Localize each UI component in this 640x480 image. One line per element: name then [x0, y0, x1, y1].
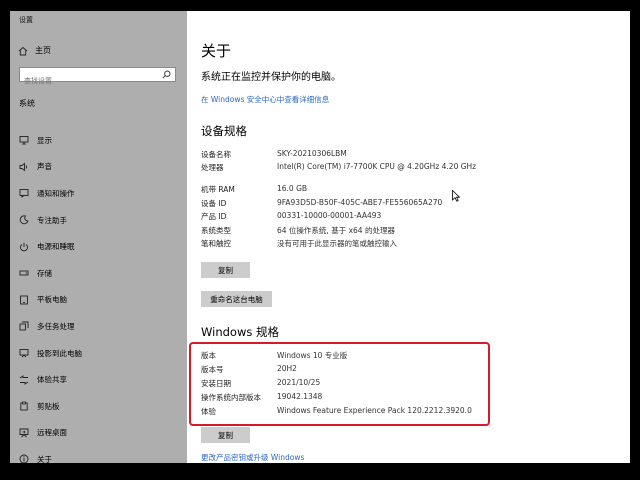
- security-message: 系统正在监控并保护你的电脑。: [201, 72, 341, 83]
- windows-spec-heading: Windows 规格: [201, 325, 279, 339]
- spec-row: 操作系统内部版本 19042.1348: [201, 392, 491, 406]
- mouse-cursor-icon: [452, 190, 460, 202]
- spec-value: 19042.1348: [277, 392, 323, 401]
- spec-value: 20H2: [277, 364, 297, 373]
- sidebar-nav: 显示 声音 通知和操作 专注助手 电源和睡眠 存储 平板电脑 多任务处理 投影到…: [10, 127, 187, 463]
- remote-desktop-icon: [19, 428, 29, 438]
- spec-row: 产品 ID 00331-10000-00001-AA493: [201, 211, 491, 225]
- search-icon[interactable]: [162, 70, 171, 79]
- device-spec-table: 设备名称 SKY-20210306LBM 处理器 Intel(R) Core(TM)…: [201, 149, 491, 252]
- spec-row: 设备名称 SKY-20210306LBM: [201, 149, 491, 162]
- spec-value: Windows Feature Experience Pack 120.2212…: [277, 406, 472, 415]
- spec-key: 机带 RAM: [201, 185, 235, 194]
- spec-value: 00331-10000-00001-AA493: [277, 211, 382, 220]
- sidebar-item-notifications[interactable]: 通知和操作: [10, 180, 187, 207]
- spec-key: 设备名称: [201, 150, 231, 159]
- multitasking-icon: [19, 322, 29, 331]
- sidebar-item-label: 声音: [37, 162, 52, 172]
- security-center-link[interactable]: 在 Windows 安全中心中查看详细信息: [201, 94, 329, 105]
- projecting-icon: [19, 349, 29, 358]
- device-spec-heading: 设备规格: [201, 124, 247, 138]
- focus-assist-icon: [19, 215, 29, 225]
- sidebar-item-sound[interactable]: 声音: [10, 154, 187, 181]
- spec-value: SKY-20210306LBM: [277, 149, 347, 158]
- spec-row: 处理器 Intel(R) Core(TM) i7-7700K CPU @ 4.20…: [201, 162, 491, 184]
- sidebar-item-label: 通知和操作: [37, 188, 75, 198]
- sidebar-section-label: 系统: [19, 99, 35, 108]
- sidebar-item-label: 剪贴板: [37, 401, 60, 411]
- spec-key: 版本: [201, 351, 216, 360]
- sidebar-item-label: 存储: [37, 268, 52, 278]
- storage-icon: [19, 270, 29, 276]
- sidebar-item-display[interactable]: 显示: [10, 127, 187, 154]
- sidebar-item-label: 远程桌面: [37, 428, 67, 438]
- spec-row: 设备 ID 9FA93D5D-B50F-405C-ABE7-FE556065A27…: [201, 198, 491, 212]
- search-box[interactable]: [19, 67, 176, 88]
- clipboard-icon: [20, 401, 28, 411]
- spec-row: 版本号 20H2: [201, 364, 491, 378]
- spec-key: 体验: [201, 407, 216, 416]
- about-icon: [19, 454, 29, 463]
- sidebar-item-label: 显示: [37, 135, 52, 145]
- notifications-icon: [19, 189, 29, 199]
- sidebar-item-focus-assist[interactable]: 专注助手: [10, 207, 187, 234]
- tablet-icon: [20, 295, 28, 305]
- search-input[interactable]: [20, 74, 159, 88]
- spec-key: 系统类型: [201, 225, 231, 235]
- change-product-key-link[interactable]: 更改产品密钥或升级 Windows: [201, 452, 304, 463]
- main-content: 关于 系统正在监控并保护你的电脑。 在 Windows 安全中心中查看详细信息 …: [187, 11, 630, 463]
- sidebar-item-clipboard[interactable]: 剪贴板: [10, 393, 187, 420]
- windows-spec-table: 版本 Windows 10 专业版 版本号 20H2 安装日期 2021/10/25 …: [201, 350, 491, 420]
- sidebar-item-label: 平板电脑: [37, 295, 67, 305]
- sidebar-item-storage[interactable]: 存储: [10, 260, 187, 287]
- sidebar-item-label: 关于: [37, 454, 52, 463]
- spec-row: 系统类型 64 位操作系统, 基于 x64 的处理器: [201, 225, 491, 239]
- spec-row: 版本 Windows 10 专业版: [201, 350, 491, 364]
- spec-row: 体验 Windows Feature Experience Pack 120.22…: [201, 406, 491, 420]
- sidebar-item-power[interactable]: 电源和睡眠: [10, 233, 187, 260]
- shared-experiences-icon: [19, 374, 29, 385]
- spec-value: Windows 10 专业版: [277, 351, 348, 360]
- spec-value: 没有可用于此显示器的笔或触控输入: [277, 239, 397, 248]
- home-icon: [18, 46, 28, 55]
- sidebar: 设置 主页 系统 显示 声音: [10, 11, 187, 463]
- spec-row: 笔和触控 没有可用于此显示器的笔或触控输入: [201, 238, 491, 252]
- sidebar-item-label: 多任务处理: [37, 321, 75, 331]
- window-title: 设置: [19, 16, 33, 24]
- spec-row: 机带 RAM 16.0 GB: [201, 184, 491, 198]
- page-title: 关于: [201, 42, 232, 60]
- spec-key: 产品 ID: [201, 212, 227, 221]
- sidebar-item-about[interactable]: 关于: [10, 446, 187, 463]
- sidebar-item-tablet[interactable]: 平板电脑: [10, 287, 187, 314]
- spec-value: 64 位操作系统, 基于 x64 的处理器: [277, 225, 395, 235]
- spec-key: 版本号: [201, 365, 224, 374]
- spec-key: 处理器: [201, 163, 224, 172]
- rename-pc-button[interactable]: 重命名这台电脑: [201, 291, 272, 307]
- sidebar-item-shared-experiences[interactable]: 体验共享: [10, 366, 187, 393]
- copy-device-spec-button[interactable]: 复制: [201, 262, 250, 278]
- settings-window: 设置 主页 系统 显示 声音: [10, 11, 630, 463]
- spec-key: 操作系统内部版本: [201, 393, 261, 402]
- sidebar-item-remote-desktop[interactable]: 远程桌面: [10, 420, 187, 447]
- sidebar-item-label: 投影到此电脑: [37, 348, 82, 358]
- sidebar-item-label: 专注助手: [37, 215, 67, 225]
- spec-value: Intel(R) Core(TM) i7-7700K CPU @ 4.20GHz…: [277, 162, 477, 171]
- sidebar-item-projecting[interactable]: 投影到此电脑: [10, 340, 187, 367]
- sidebar-item-multitasking[interactable]: 多任务处理: [10, 313, 187, 340]
- spec-key: 设备 ID: [201, 198, 227, 208]
- sidebar-home[interactable]: 主页: [18, 45, 51, 56]
- spec-row: 安装日期 2021/10/25: [201, 378, 491, 392]
- spec-key: 笔和触控: [201, 239, 231, 248]
- power-icon: [20, 242, 28, 251]
- sound-icon: [19, 162, 28, 172]
- sidebar-item-label: 体验共享: [37, 375, 67, 385]
- spec-key: 安装日期: [201, 379, 231, 388]
- spec-value: 2021/10/25: [277, 378, 321, 387]
- copy-windows-spec-button[interactable]: 复制: [201, 427, 250, 443]
- sidebar-item-label: 电源和睡眠: [37, 242, 75, 252]
- display-icon: [19, 136, 29, 145]
- sidebar-home-label: 主页: [35, 46, 51, 55]
